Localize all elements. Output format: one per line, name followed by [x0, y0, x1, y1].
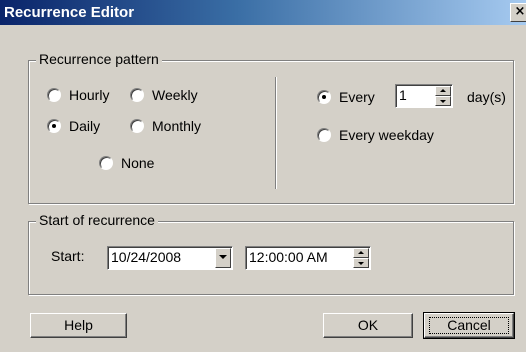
radio-none-label: None	[121, 155, 155, 171]
date-dropdown-button[interactable]	[215, 248, 231, 268]
close-button[interactable]: ×	[510, 3, 526, 22]
radio-button-icon	[130, 119, 144, 133]
recurrence-pattern-group: Recurrence pattern Hourly Weekly Daily M…	[28, 51, 514, 204]
focus-indicator	[429, 317, 509, 334]
radio-every-weekday-label: Every weekday	[339, 127, 434, 143]
ok-button[interactable]: OK	[323, 313, 413, 338]
spin-up-button[interactable]	[435, 86, 451, 96]
pattern-divider	[275, 77, 277, 189]
help-button-label: Help	[64, 317, 93, 333]
start-of-recurrence-legend: Start of recurrence	[36, 212, 158, 228]
every-days-stepper[interactable]: 1	[395, 84, 453, 108]
radio-monthly-label: Monthly	[152, 118, 202, 134]
radio-every-weekday[interactable]: Every weekday	[317, 127, 434, 143]
time-spin-buttons	[353, 248, 369, 268]
radio-button-icon	[317, 128, 331, 142]
radio-button-icon	[47, 88, 61, 102]
recurrence-editor-dialog: Recurrence Editor × Recurrence pattern H…	[0, 0, 526, 352]
spin-up-button[interactable]	[353, 248, 369, 258]
radio-weekly[interactable]: Weekly	[130, 87, 198, 103]
start-of-recurrence-group: Start of recurrence Start: 10/24/2008 12…	[28, 212, 514, 295]
days-unit-label: day(s)	[467, 89, 506, 105]
chevron-down-icon	[219, 255, 227, 259]
every-days-value: 1	[399, 87, 407, 103]
help-button[interactable]: Help	[30, 313, 127, 338]
chevron-down-icon	[440, 100, 446, 103]
start-date-dropdown[interactable]: 10/24/2008	[107, 246, 233, 270]
start-time-value: 12:00:00 AM	[249, 249, 328, 265]
chevron-up-icon	[358, 251, 364, 254]
radio-button-icon	[317, 90, 331, 104]
radio-button-icon	[99, 156, 113, 170]
radio-monthly[interactable]: Monthly	[130, 118, 201, 134]
radio-daily[interactable]: Daily	[47, 118, 100, 134]
cancel-button[interactable]: Cancel	[423, 312, 515, 339]
window-title: Recurrence Editor	[4, 4, 135, 21]
radio-none[interactable]: None	[99, 155, 154, 171]
spin-down-button[interactable]	[435, 96, 451, 106]
radio-every[interactable]: Every	[317, 89, 375, 105]
radio-daily-label: Daily	[69, 118, 101, 134]
spin-down-button[interactable]	[353, 258, 369, 268]
start-date-value: 10/24/2008	[111, 249, 182, 265]
recurrence-pattern-legend: Recurrence pattern	[36, 51, 162, 67]
every-days-spin-buttons	[435, 86, 451, 106]
close-icon: ×	[514, 4, 526, 19]
ok-button-label: OK	[357, 317, 379, 333]
radio-hourly-label: Hourly	[69, 87, 110, 103]
radio-weekly-label: Weekly	[152, 87, 198, 103]
title-bar[interactable]: Recurrence Editor ×	[0, 0, 526, 25]
chevron-up-icon	[440, 89, 446, 92]
radio-every-label: Every	[339, 89, 375, 105]
radio-hourly[interactable]: Hourly	[47, 87, 109, 103]
radio-button-icon	[47, 119, 61, 133]
start-time-stepper[interactable]: 12:00:00 AM	[245, 246, 371, 270]
start-label: Start:	[51, 248, 85, 264]
chevron-down-icon	[358, 262, 364, 265]
radio-button-icon	[130, 88, 144, 102]
